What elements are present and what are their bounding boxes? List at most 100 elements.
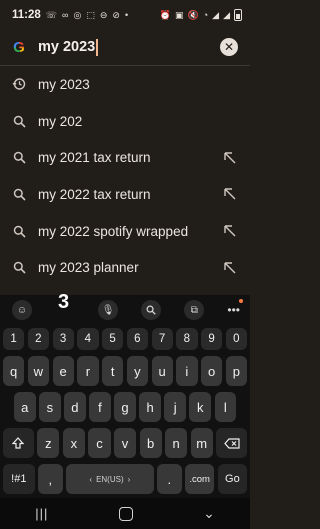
search-icon xyxy=(146,305,156,315)
clipboard-button[interactable]: ⧉ xyxy=(184,300,205,320)
key-a[interactable]: a xyxy=(14,392,36,422)
block-icon: ⊘ xyxy=(112,9,120,20)
suggestion-item[interactable]: my 2022 tax return xyxy=(0,176,250,213)
keyboard-search-button[interactable] xyxy=(141,300,162,320)
search-bar: G my 2023 ✕ xyxy=(0,30,250,64)
comma-key[interactable]: , xyxy=(38,464,63,494)
key-z[interactable]: z xyxy=(37,428,60,458)
suggestion-item[interactable]: my 2023 xyxy=(0,66,250,103)
navigation-bar: ||| ⌄ xyxy=(0,498,250,529)
back-button[interactable]: ⌄ xyxy=(203,505,215,522)
more-icon: ••• xyxy=(227,303,240,317)
search-icon xyxy=(12,224,26,238)
number-row: 1 2 3 4 5 6 7 8 9 0 xyxy=(0,328,250,350)
fill-query-arrow-icon[interactable] xyxy=(224,225,236,237)
key-d[interactable]: d xyxy=(64,392,86,422)
wifi-icon: ◔ xyxy=(202,9,209,20)
key-o[interactable]: o xyxy=(201,356,223,386)
suggestion-item[interactable]: my 202 xyxy=(0,103,250,140)
search-icon xyxy=(12,151,26,165)
key-l[interactable]: l xyxy=(214,392,237,422)
suggestion-text: my 2023 planner xyxy=(38,260,139,276)
call-icon: ☏ xyxy=(45,9,58,20)
key-y[interactable]: y xyxy=(126,356,148,386)
key-n[interactable]: n xyxy=(165,428,188,458)
fill-query-arrow-icon[interactable] xyxy=(224,188,236,200)
microphone-icon: 🎙 xyxy=(101,304,115,316)
go-key[interactable]: Go xyxy=(217,464,247,494)
link-icon: ⊖ xyxy=(99,9,108,20)
key-r[interactable]: r xyxy=(77,356,99,386)
key-f[interactable]: f xyxy=(89,392,111,422)
letter-row-2: a s d f g h j k l xyxy=(0,392,250,422)
home-button[interactable] xyxy=(118,506,133,521)
backspace-icon xyxy=(223,437,240,449)
recent-apps-button[interactable]: ||| xyxy=(35,506,48,521)
key-b[interactable]: b xyxy=(139,428,162,458)
screenshot-icon: ⬚ xyxy=(86,9,95,20)
key-5[interactable]: 5 xyxy=(102,328,124,350)
space-key[interactable]: ‹ EN(US) › xyxy=(66,464,154,494)
key-i[interactable]: i xyxy=(176,356,198,386)
key-g[interactable]: g xyxy=(114,392,136,422)
key-0[interactable]: 0 xyxy=(225,328,247,350)
key-q[interactable]: q xyxy=(3,356,25,386)
clipboard-icon: ⧉ xyxy=(190,304,198,316)
more-options-button[interactable]: ••• xyxy=(227,299,243,317)
search-input[interactable]: my 2023 xyxy=(38,38,98,56)
key-k[interactable]: k xyxy=(189,392,211,422)
key-c[interactable]: c xyxy=(88,428,111,458)
dotcom-key[interactable]: .com xyxy=(185,464,215,494)
key-9[interactable]: 9 xyxy=(201,328,223,350)
close-icon: ✕ xyxy=(223,40,235,54)
suggestion-item[interactable]: my 2022 spotify wrapped xyxy=(0,213,250,250)
key-m[interactable]: m xyxy=(190,428,213,458)
suggestion-text: my 202 xyxy=(38,113,83,129)
voice-input-button[interactable]: 🎙 xyxy=(98,300,119,320)
suggestion-item[interactable]: my 2021 tax return xyxy=(0,139,250,176)
signal-icon: ◢ xyxy=(212,9,220,20)
mute-icon: 🔇 xyxy=(187,9,199,20)
key-3[interactable]: 3 xyxy=(52,328,74,350)
backspace-key[interactable] xyxy=(216,428,248,458)
history-icon xyxy=(12,77,26,91)
key-1[interactable]: 1 xyxy=(3,328,25,350)
period-key[interactable]: . xyxy=(157,464,182,494)
alarm-icon: ⏰ xyxy=(159,9,171,20)
keyboard: ☺ 3 🎙 ⧉ ••• 1 2 3 4 5 6 7 8 9 0 q w e r … xyxy=(0,291,250,529)
key-2[interactable]: 2 xyxy=(27,328,49,350)
shift-key[interactable] xyxy=(3,428,34,458)
suggestion-list: my 2023 my 202 my 2021 tax return my 202… xyxy=(0,66,250,286)
search-icon xyxy=(12,114,26,128)
keyboard-toolbar: ☺ 3 🎙 ⧉ ••• xyxy=(0,291,250,325)
search-icon xyxy=(12,187,26,201)
key-e[interactable]: e xyxy=(52,356,74,386)
emoji-button[interactable]: ☺ xyxy=(12,300,32,320)
key-x[interactable]: x xyxy=(62,428,85,458)
key-u[interactable]: u xyxy=(151,356,173,386)
shift-icon xyxy=(12,437,25,449)
status-time: 11:28 xyxy=(12,9,41,21)
search-query-text: my 2023 xyxy=(38,39,96,55)
key-4[interactable]: 4 xyxy=(77,328,99,350)
key-p[interactable]: p xyxy=(225,356,247,386)
key-w[interactable]: w xyxy=(27,356,49,386)
letter-row-3: z x c v b n m xyxy=(0,428,250,458)
key-s[interactable]: s xyxy=(39,392,61,422)
key-h[interactable]: h xyxy=(139,392,161,422)
suggestion-text: my 2022 tax return xyxy=(38,186,151,202)
symbols-key[interactable]: !#1 xyxy=(3,464,35,494)
key-preview: 3 xyxy=(58,291,70,313)
key-j[interactable]: j xyxy=(164,392,186,422)
key-6[interactable]: 6 xyxy=(126,328,148,350)
key-t[interactable]: t xyxy=(102,356,124,386)
suggestion-item[interactable]: my 2023 planner xyxy=(0,249,250,286)
key-v[interactable]: v xyxy=(114,428,137,458)
bottom-row: !#1 , ‹ EN(US) › . .com Go xyxy=(0,464,250,494)
fill-query-arrow-icon[interactable] xyxy=(224,152,236,164)
key-7[interactable]: 7 xyxy=(151,328,173,350)
clear-search-button[interactable]: ✕ xyxy=(220,38,238,56)
key-8[interactable]: 8 xyxy=(176,328,198,350)
fill-query-arrow-icon[interactable] xyxy=(224,262,236,274)
voicemail-icon: ∞ xyxy=(62,9,69,20)
